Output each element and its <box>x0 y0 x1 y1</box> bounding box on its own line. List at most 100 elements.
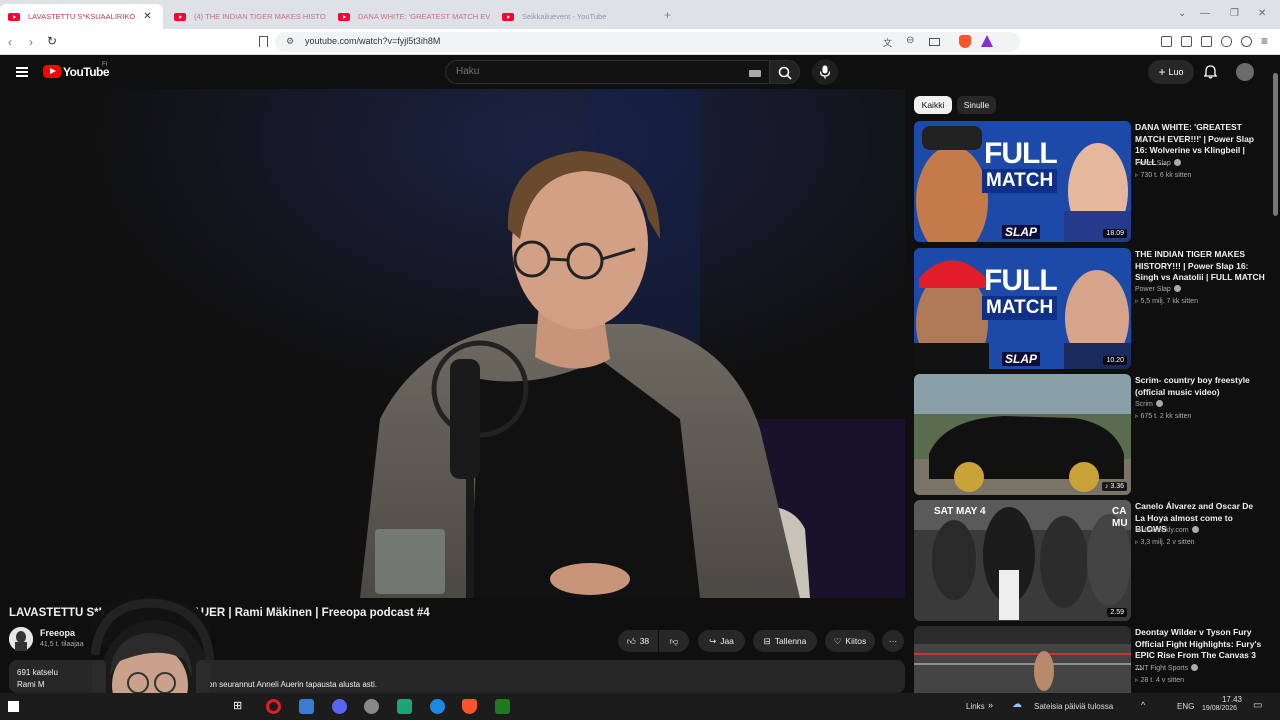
channel-name[interactable]: Power Slap <box>1135 160 1171 167</box>
save-button[interactable]: ⊟ Tallenna <box>753 630 817 652</box>
rec-thumbnail[interactable]: ♪ 3.36 <box>914 374 1131 495</box>
thumbnail-image <box>914 374 1131 495</box>
browser-tab[interactable]: (4) THE INDIAN TIGER MAKES HISTO <box>166 4 326 29</box>
youtube-favicon-icon <box>338 12 350 21</box>
account-avatar[interactable] <box>1236 63 1254 81</box>
app-icon[interactable] <box>364 699 379 714</box>
brave-rewards-icon[interactable] <box>981 35 993 47</box>
tab-title: DANA WHITE: 'GREATEST MATCH EV <box>358 12 490 21</box>
wallet-icon[interactable] <box>1201 36 1212 47</box>
clock-date[interactable]: 19/08/2026 <box>1202 705 1237 712</box>
back-arrow-icon[interactable]: ‹ <box>8 35 12 49</box>
tab-close-icon[interactable]: ✕ <box>143 11 151 22</box>
browser-tab[interactable]: DANA WHITE: 'GREATEST MATCH EV <box>330 4 490 29</box>
browser-menu-icon[interactable]: ≡ <box>1261 34 1268 48</box>
chip-for-you[interactable]: Sinulle <box>957 96 996 114</box>
dislike-button[interactable]: 👎︎ <box>659 630 689 652</box>
sidebar-icon[interactable] <box>1181 36 1192 47</box>
rec-channel[interactable]: Power Slap <box>1135 285 1181 293</box>
thumb-text: SAT MAY 4 <box>934 506 986 517</box>
media-icon[interactable] <box>1161 36 1172 47</box>
search-input[interactable] <box>456 66 736 77</box>
browser-tab[interactable]: Seikkailuevent - YouTube <box>494 4 654 29</box>
opera-icon[interactable] <box>266 699 281 714</box>
channel-name[interactable]: Power Slap <box>1135 286 1171 293</box>
brave-icon[interactable] <box>462 699 477 714</box>
minimize-button[interactable]: — <box>1200 8 1210 19</box>
edge-icon[interactable] <box>430 699 445 714</box>
youtube-logo-icon[interactable] <box>43 65 61 78</box>
rec-thumbnail[interactable]: SAT MAY 4 CA MU 2.59 <box>914 500 1131 621</box>
rec-title[interactable]: Scrim- country boy freestyle (official m… <box>1135 375 1265 398</box>
rec-meta: ▹ 730 t. 6 kk sitten <box>1135 172 1192 179</box>
restore-button[interactable]: ❐ <box>1230 8 1239 19</box>
notifications-bell-icon[interactable] <box>1204 65 1217 79</box>
channel-name[interactable]: Scrim <box>1135 401 1153 408</box>
create-button[interactable]: + Luo <box>1148 60 1194 84</box>
site-info-icon[interactable]: ⚙ <box>286 36 294 47</box>
app-icon[interactable] <box>397 699 412 714</box>
links-toolbar[interactable]: Links <box>966 702 985 711</box>
extensions-icon[interactable] <box>1221 36 1232 47</box>
chevron-down-icon[interactable]: ⌄ <box>1178 8 1186 19</box>
weather-text[interactable]: Sateisia päiviä tulossa <box>1034 702 1113 711</box>
create-label: Luo <box>1168 67 1184 77</box>
reload-icon[interactable]: ↻ <box>47 34 57 48</box>
translate-icon[interactable]: 文 <box>883 36 892 49</box>
forward-arrow-icon[interactable]: › <box>29 35 33 49</box>
bookmark-icon: ⊟ <box>763 635 771 646</box>
verified-icon <box>1191 526 1199 533</box>
language-indicator[interactable]: ENG <box>1177 702 1194 711</box>
hamburger-menu-icon[interactable] <box>16 67 28 77</box>
channel-name[interactable]: MMAWeekly.com <box>1135 527 1189 534</box>
keyboard-icon[interactable] <box>749 70 761 77</box>
tray-chevron-icon[interactable]: ^ <box>1141 700 1145 710</box>
rec-thumbnail[interactable] <box>914 626 1131 693</box>
start-windows-icon[interactable] <box>8 701 19 712</box>
share-button[interactable]: ↪ Jaa <box>698 630 745 652</box>
rec-channel[interactable]: Scrim <box>1135 400 1163 408</box>
thumbnail-image <box>914 500 1131 621</box>
task-view-icon[interactable]: ⊞ <box>233 699 248 714</box>
discord-icon[interactable] <box>332 699 347 714</box>
cast-icon[interactable] <box>929 38 940 46</box>
video-frame[interactable] <box>0 89 905 598</box>
voice-search-button[interactable] <box>812 59 838 85</box>
scrollbar-thumb[interactable] <box>1273 73 1278 216</box>
rec-channel[interactable]: TNT Fight Sports <box>1135 664 1199 672</box>
clock-time[interactable]: 17.43 <box>1212 695 1242 704</box>
rec-meta-text: 675 t. 2 kk sitten <box>1140 413 1192 420</box>
close-window-button[interactable]: ✕ <box>1258 8 1266 19</box>
app-icon[interactable] <box>299 699 314 714</box>
video-player[interactable] <box>0 89 905 598</box>
chip-all[interactable]: Kaikki <box>914 96 952 114</box>
rec-thumbnail[interactable]: FULL MATCH SLAP 18.09 <box>914 121 1131 242</box>
new-tab-button[interactable]: + <box>664 8 671 22</box>
rec-meta-text: 28 t. 4 v sitten <box>1140 677 1185 684</box>
vpn-icon[interactable] <box>1241 36 1252 47</box>
chevron-icon[interactable]: » <box>988 700 993 710</box>
notification-center-icon[interactable]: ▭ <box>1253 700 1262 711</box>
weather-icon: ☁ <box>1012 699 1022 710</box>
rec-meta-text: 3,3 milj. 2 v sitten <box>1140 539 1195 546</box>
more-actions-button[interactable]: ··· <box>882 630 904 652</box>
thanks-button[interactable]: ♡ Kiitos <box>825 630 875 652</box>
like-button[interactable]: 👍︎ 38 <box>618 630 658 652</box>
url-text[interactable]: youtube.com/watch?v=fyjl5t3ih8M <box>305 36 440 46</box>
rec-thumbnail[interactable]: FULL MATCH SLAP 10.20 <box>914 248 1131 369</box>
search-button[interactable] <box>770 60 800 84</box>
brave-shields-icon[interactable] <box>959 35 971 48</box>
address-bar[interactable]: ⚙ youtube.com/watch?v=fyjl5t3ih8M 文 ⊖ <box>275 32 1020 52</box>
zoom-icon[interactable]: ⊖ <box>906 35 914 46</box>
thumbs-up-icon: 👍︎ <box>626 635 636 646</box>
rec-channel[interactable]: MMAWeekly.com <box>1135 526 1199 534</box>
thumb-text: FULL <box>984 264 1058 297</box>
app-icon[interactable] <box>495 699 510 714</box>
tab-title: Seikkailuevent - YouTube <box>522 12 607 21</box>
rec-channel[interactable]: Power Slap <box>1135 159 1181 167</box>
rec-title[interactable]: THE INDIAN TIGER MAKES HISTORY!!! | Powe… <box>1135 249 1265 284</box>
search-box[interactable] <box>445 60 770 84</box>
channel-name[interactable]: TNT Fight Sports <box>1135 665 1188 672</box>
browser-tab-active[interactable]: LAVASTETTU S*KSUAALIRIKO ✕ <box>0 4 163 29</box>
bookmark-icon[interactable] <box>259 36 268 47</box>
